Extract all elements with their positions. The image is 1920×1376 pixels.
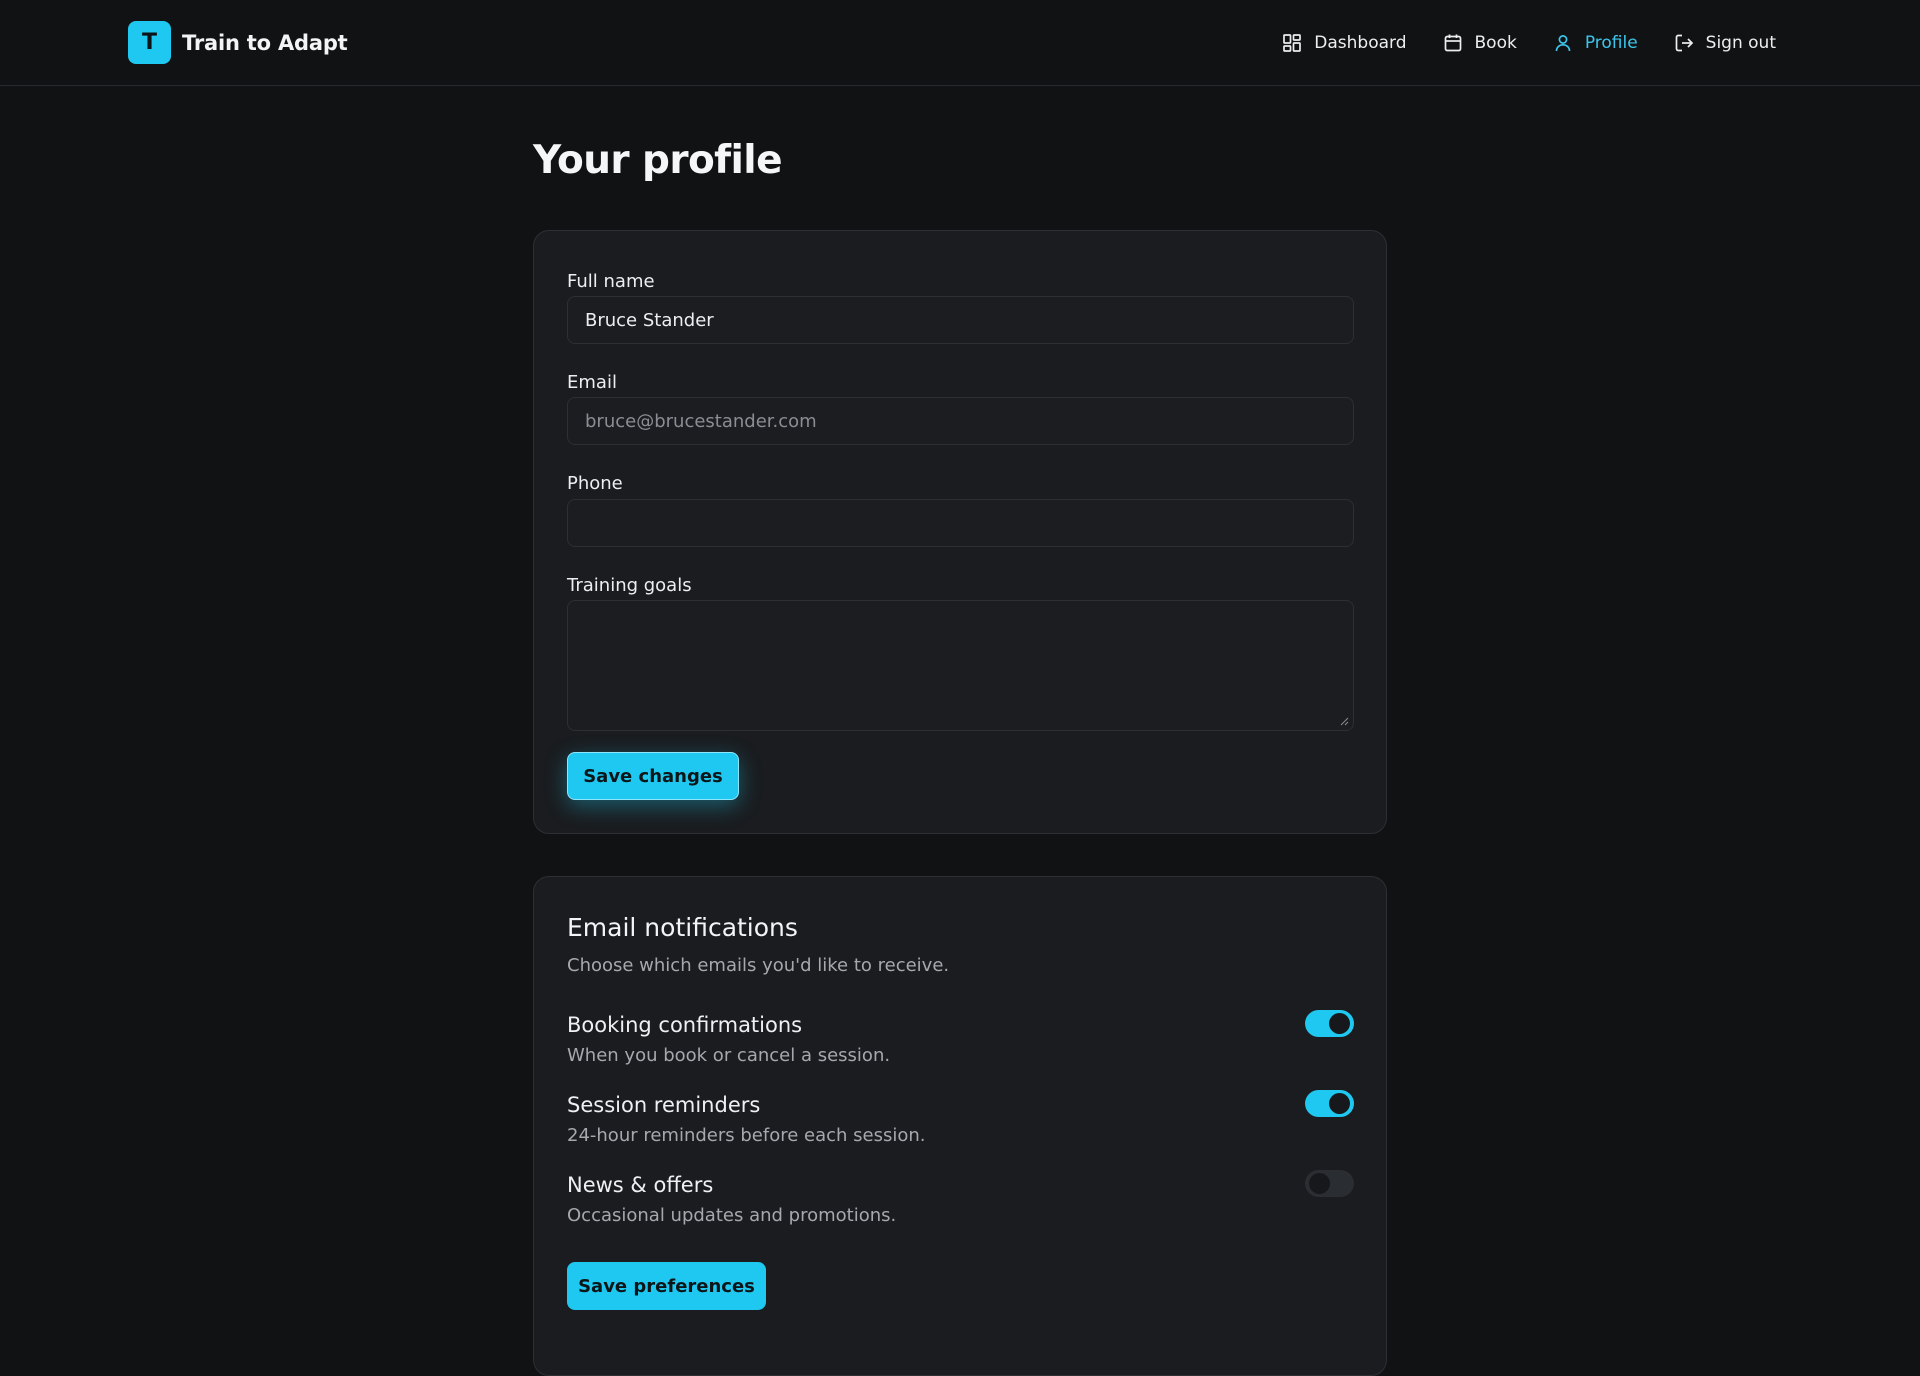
brand-logo: T	[128, 21, 171, 64]
training-goals-textarea[interactable]	[567, 600, 1354, 731]
save-preferences-button[interactable]: Save preferences	[567, 1262, 766, 1310]
dashboard-grid-icon	[1283, 34, 1302, 52]
nav-book[interactable]: Book	[1443, 33, 1517, 53]
calendar-icon	[1444, 34, 1461, 52]
nav-sign-out[interactable]: Sign out	[1674, 33, 1776, 53]
pref-description: 24-hour reminders before each session.	[567, 1125, 926, 1146]
phone-label: Phone	[567, 473, 623, 494]
nav-profile[interactable]: Profile	[1553, 33, 1638, 53]
booking-confirmations-toggle[interactable]	[1305, 1010, 1354, 1037]
phone-input[interactable]	[567, 499, 1354, 547]
brand-name: Train to Adapt	[182, 30, 348, 55]
profile-card: Full name Bruce Stander Email bruce@bruc…	[533, 230, 1387, 834]
toggle-knob	[1329, 1093, 1350, 1114]
nav-book-label: Book	[1474, 33, 1517, 53]
save-changes-button[interactable]: Save changes	[567, 752, 739, 800]
news-offers-toggle[interactable]	[1305, 1170, 1354, 1197]
notifications-title: Email notifications	[567, 913, 798, 942]
brand[interactable]: T Train to Adapt	[128, 21, 348, 64]
top-navigation-bar: T Train to Adapt Dashboard Book Profile …	[0, 0, 1920, 86]
notifications-subtitle: Choose which emails you'd like to receiv…	[567, 955, 950, 976]
pref-title: Booking confirmations	[567, 1013, 803, 1037]
nav-profile-label: Profile	[1584, 33, 1638, 53]
email-input[interactable]: bruce@brucestander.com	[567, 397, 1354, 445]
resize-grip-icon[interactable]	[1339, 716, 1349, 726]
email-notifications-card: Email notifications Choose which emails …	[533, 876, 1387, 1376]
session-reminders-toggle[interactable]	[1305, 1090, 1354, 1117]
nav-dashboard[interactable]: Dashboard	[1282, 33, 1407, 53]
pref-title: Session reminders	[567, 1093, 761, 1117]
pref-title: News & offers	[567, 1173, 714, 1197]
sign-out-icon	[1675, 34, 1693, 52]
user-icon	[1555, 35, 1571, 52]
email-label: Email	[567, 372, 617, 393]
training-goals-label: Training goals	[567, 575, 692, 596]
page-title: Your profile	[533, 138, 783, 183]
nav-dashboard-label: Dashboard	[1314, 33, 1407, 53]
pref-description: When you book or cancel a session.	[567, 1045, 891, 1066]
full-name-input[interactable]: Bruce Stander	[567, 296, 1354, 344]
toggle-knob	[1329, 1013, 1350, 1034]
toggle-knob	[1309, 1173, 1330, 1194]
pref-description: Occasional updates and promotions.	[567, 1205, 897, 1226]
full-name-label: Full name	[567, 271, 655, 292]
main-nav: Dashboard Book Profile Sign out	[1246, 0, 1776, 86]
nav-sign-out-label: Sign out	[1705, 33, 1776, 53]
